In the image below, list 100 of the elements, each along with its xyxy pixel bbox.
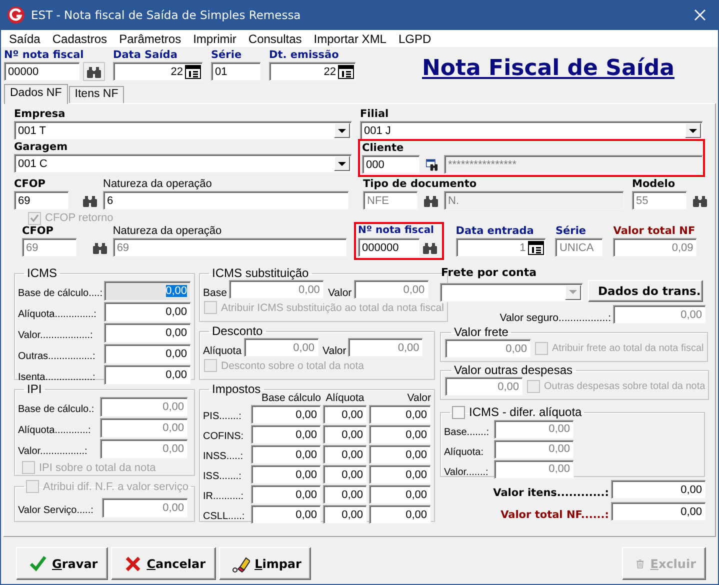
field-label: Outras................:	[18, 350, 96, 362]
field-label: Dt. emissão	[269, 48, 340, 62]
column-header: Alíquota	[324, 392, 366, 404]
input-field[interactable]: 0,00	[104, 364, 191, 384]
checkbox-label: Atribuir frete ao total da nota fiscal	[552, 343, 704, 354]
input-field[interactable]: 0,00	[323, 425, 367, 444]
field-label: Valor total NF	[613, 224, 696, 238]
input-field[interactable]: 0,00	[611, 480, 706, 499]
group-title: IPI	[26, 382, 43, 396]
input-field[interactable]: 0,00	[369, 425, 431, 444]
field-label: CSLL.....:	[203, 510, 246, 524]
input-field[interactable]: 0,00	[104, 322, 191, 342]
dropdown-field[interactable]: 001 C	[14, 154, 352, 173]
menu-item[interactable]: Imprimir	[187, 32, 242, 46]
field-label: Tipo de documento	[363, 177, 478, 191]
menu-item[interactable]: Cadastros	[46, 32, 114, 46]
field-label: Base.......:	[444, 426, 490, 438]
binoculars-icon[interactable]	[83, 195, 97, 207]
input-field[interactable]: 0,00	[323, 505, 367, 524]
menu-item[interactable]: LGPD	[392, 32, 438, 46]
field-label: CFOP	[22, 224, 54, 238]
binoculars-icon[interactable]	[424, 194, 438, 206]
dropdown-field[interactable]: 001 T	[14, 121, 352, 140]
field-label: Natureza da operação	[112, 224, 223, 238]
action-button[interactable]: Cancelar	[110, 547, 216, 580]
checkbox[interactable]	[452, 406, 465, 418]
input-field[interactable]: 01	[211, 62, 261, 81]
field-label: Alíquota..............:	[18, 308, 98, 320]
input-field[interactable]: 0,00	[369, 445, 431, 464]
field-label: Série	[555, 224, 588, 238]
calendar-search-icon[interactable]	[426, 156, 439, 172]
menu-item[interactable]: Importar XML	[308, 32, 392, 46]
form-heading: Nota Fiscal de Saída	[422, 56, 674, 81]
close-icon[interactable]	[694, 9, 706, 21]
calendar-icon[interactable]	[338, 64, 354, 78]
input-field[interactable]: 0,00	[323, 485, 367, 504]
input-field[interactable]: 0,00	[323, 405, 367, 424]
checkbox-label: ICMS - difer. alíquota	[469, 405, 582, 419]
input-field[interactable]: 22	[269, 62, 356, 81]
input-field[interactable]: 0,00	[369, 505, 431, 524]
field-label: Valor total NF......:	[500, 508, 609, 520]
field-label: Alíquota:	[444, 446, 484, 458]
field-label: Filial	[360, 107, 390, 121]
group-title: ICMS substituição	[211, 266, 310, 280]
input-field[interactable]: 0,00	[369, 485, 431, 504]
binoculars-icon[interactable]	[92, 242, 107, 254]
field-label: IR..........:	[203, 490, 245, 504]
field-label: Cliente	[362, 141, 405, 155]
binoculars-icon	[87, 66, 101, 78]
input-field[interactable]: 0,00	[251, 465, 321, 484]
input-field[interactable]: 000	[362, 155, 420, 174]
input-field[interactable]: 00000	[4, 62, 80, 81]
input-field[interactable]: 0,00	[251, 405, 321, 424]
field-label: COFINS:	[203, 430, 245, 444]
dropdown-field[interactable]: 001 J	[360, 121, 703, 140]
input-field[interactable]: 0,00	[104, 344, 191, 364]
input-field[interactable]: 0,00	[369, 405, 431, 424]
binoculars-icon[interactable]	[693, 194, 707, 206]
field-label: Base de cálculo....:	[18, 287, 104, 299]
field-label: Data Saída	[113, 48, 178, 62]
menu-item[interactable]: Parâmetros	[113, 32, 188, 46]
checkbox-label: Atribuir ICMS substituição ao total da nota fiscal	[221, 302, 444, 314]
transport-data-button[interactable]: Dados do trans.	[588, 280, 703, 302]
tab[interactable]: Dados NF	[4, 84, 68, 104]
field-label: Natureza da operação	[103, 177, 213, 191]
input-field[interactable]: 0,00	[323, 445, 367, 464]
input-field[interactable]: 0,00	[323, 465, 367, 484]
action-button[interactable]: Gravar	[16, 547, 108, 580]
checkbox-label: IPI sobre o total da nota	[39, 462, 156, 474]
input-field[interactable]: 22	[113, 62, 203, 81]
input-field[interactable]: 0,00	[369, 465, 431, 484]
checkbox-label: Atribui dif. N.F. a valor serviço	[43, 480, 188, 492]
input-field[interactable]: 69	[14, 191, 69, 210]
binoculars-icon[interactable]	[423, 242, 438, 254]
input-field[interactable]: 0,00	[611, 502, 706, 521]
field-label: Base	[203, 286, 228, 298]
checkbox-label: Outras despesas sobre total da nota	[544, 381, 706, 392]
field-label: Série	[211, 48, 243, 62]
calendar-icon[interactable]	[185, 64, 201, 78]
menu-item[interactable]: Saída	[3, 32, 46, 46]
input-field[interactable]: 0,00	[251, 445, 321, 464]
menu-item[interactable]: Consultas	[242, 32, 308, 46]
search-button[interactable]	[83, 62, 105, 81]
input-field[interactable]: 0,00	[251, 505, 321, 524]
input-field[interactable]: 0,00	[251, 425, 321, 444]
input-field[interactable]: 0,00	[104, 280, 191, 300]
field-label: Valor itens............:	[493, 486, 609, 498]
input-field[interactable]: 000000	[358, 238, 420, 257]
column-header: Base cálculo	[260, 392, 321, 404]
input-field[interactable]: 6	[103, 191, 349, 210]
input-field[interactable]: 0,00	[251, 485, 321, 504]
field-label: Valor.......:	[444, 466, 490, 478]
field-label: ISS.......:	[203, 470, 242, 484]
action-button[interactable]: Limpar	[218, 547, 312, 580]
group-title: Valor frete	[453, 325, 510, 339]
window-title: EST - Nota fiscal de Saída de Simples Remessa	[31, 8, 302, 22]
field-label: Frete por conta	[441, 266, 538, 280]
input-field[interactable]: 0,00	[104, 302, 191, 322]
field-label: Nº nota fiscal	[4, 48, 85, 62]
tab[interactable]: Itens NF	[68, 86, 124, 103]
